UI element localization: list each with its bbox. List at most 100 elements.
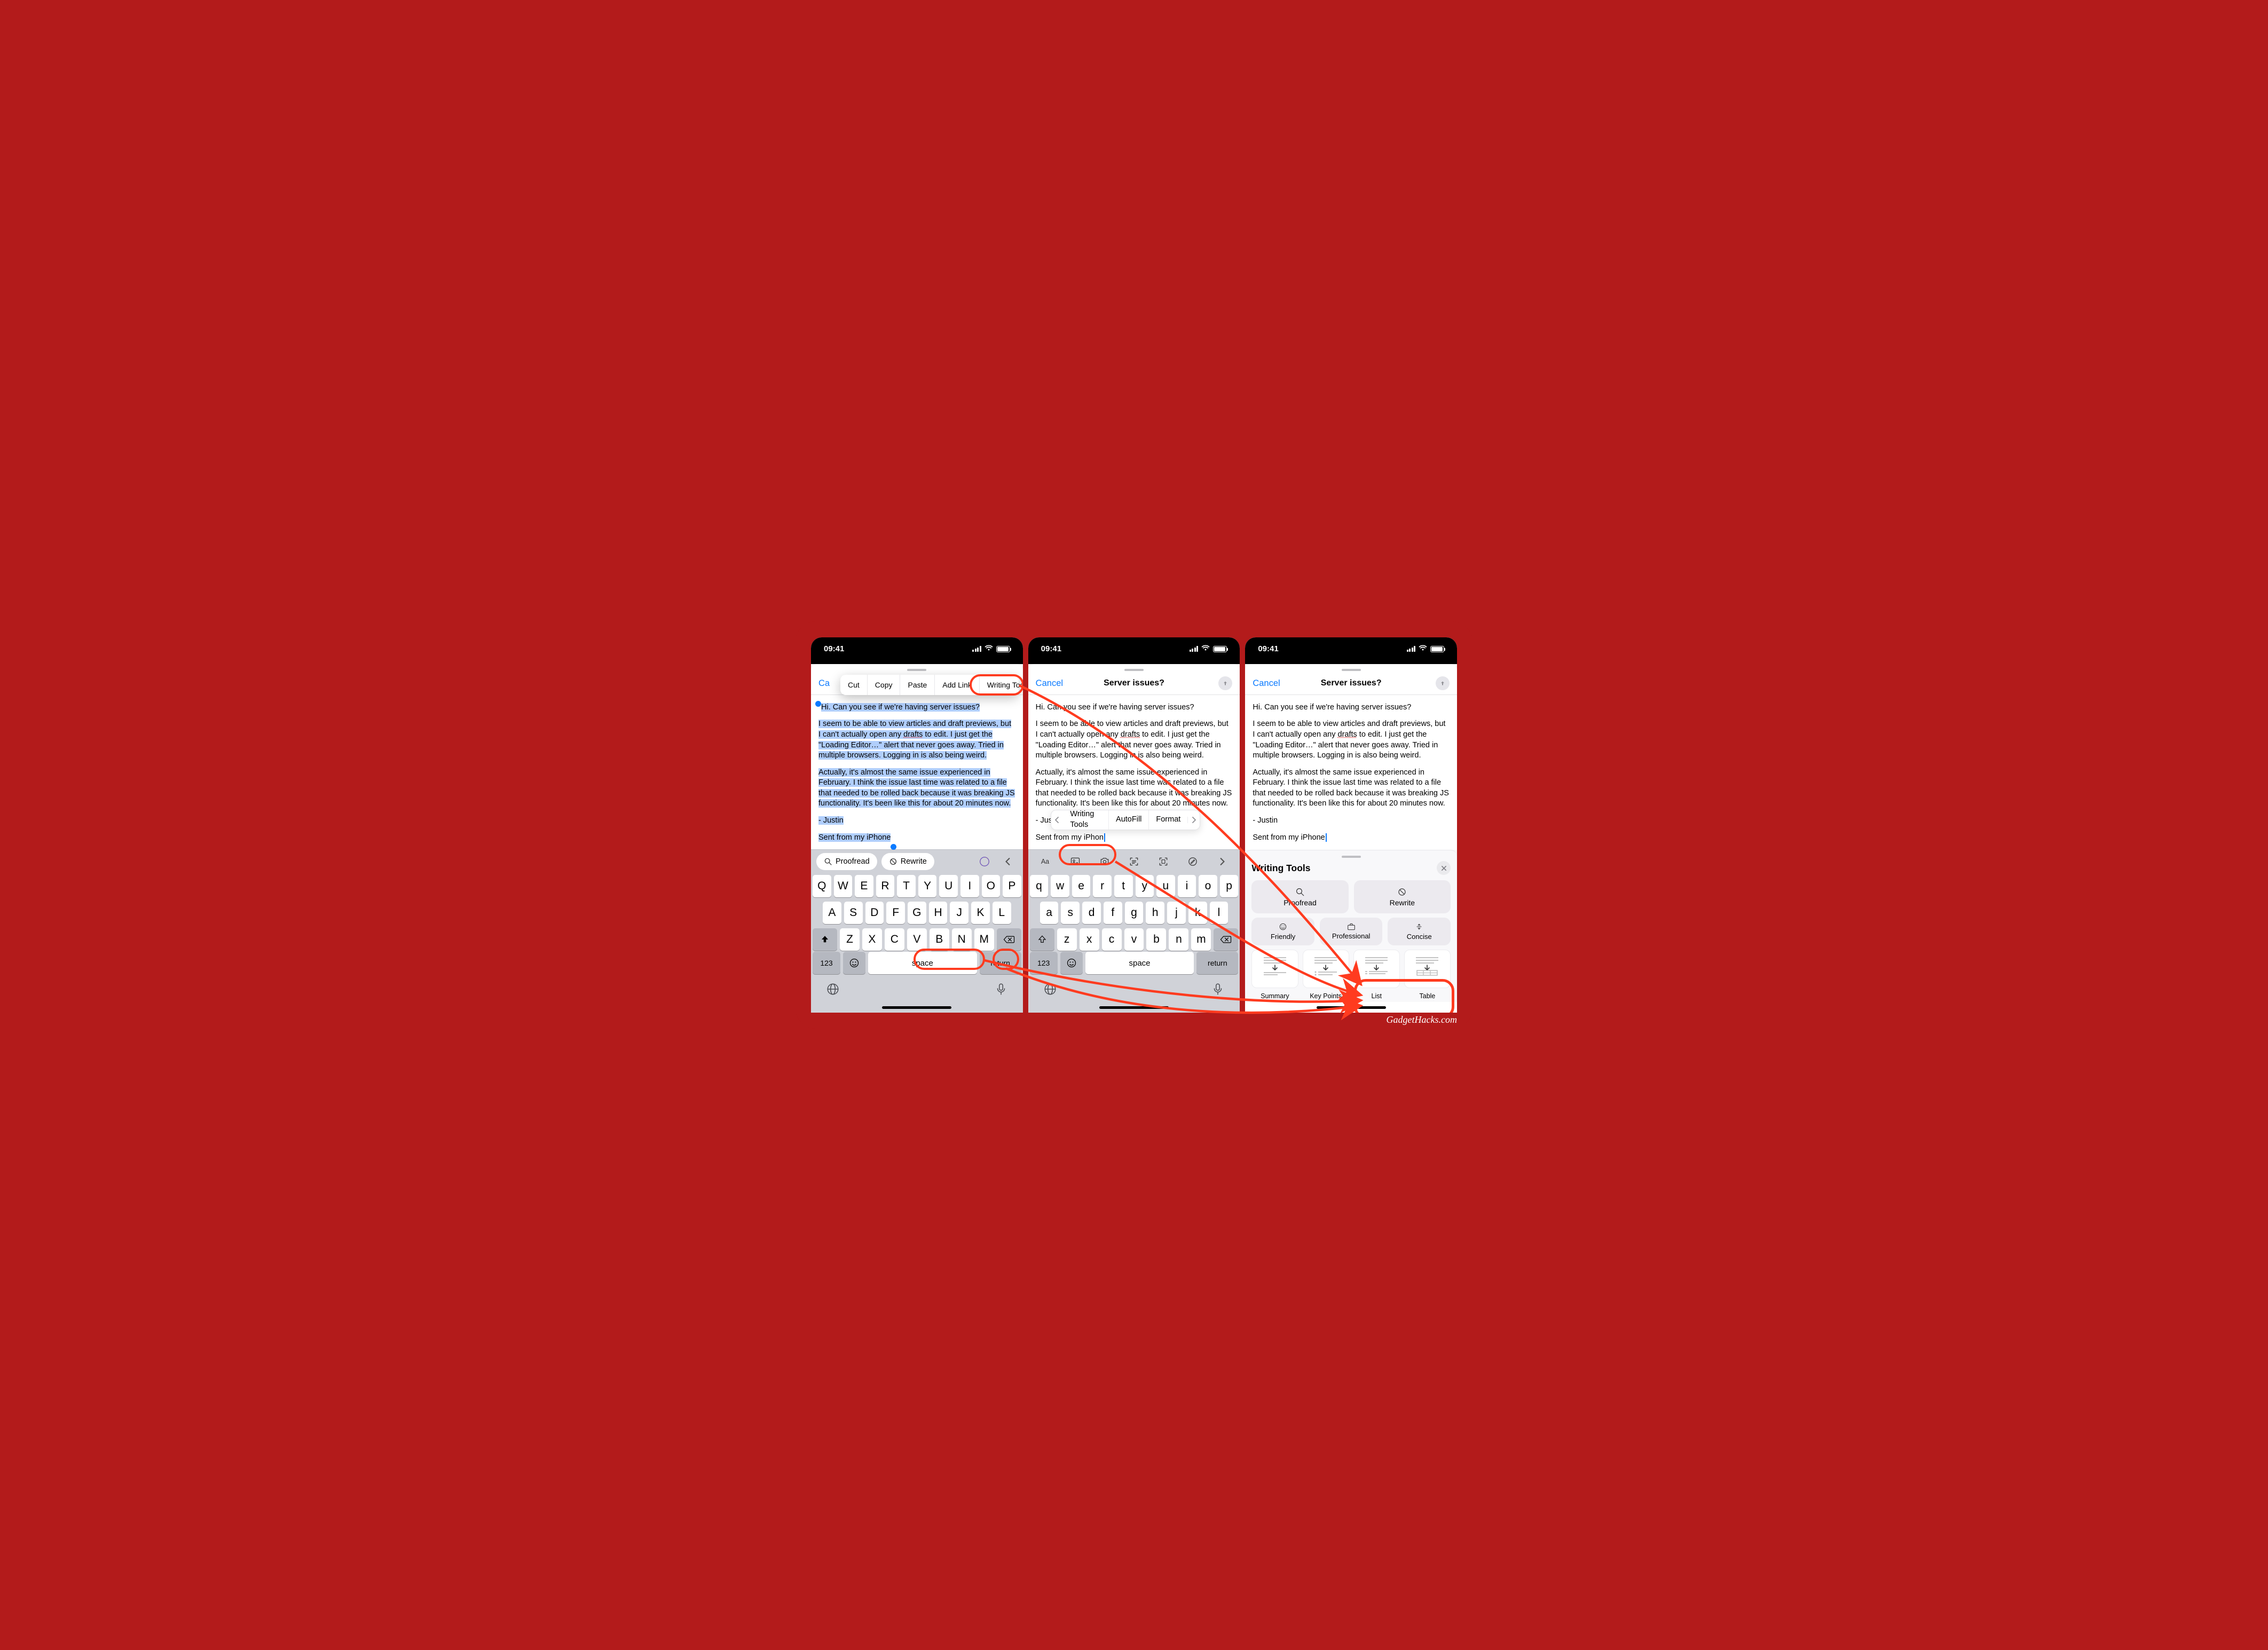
battery-icon [1430,646,1444,652]
body-paragraph-3: Actually, it's almost the same issue exp… [1253,768,1450,809]
compose-body[interactable]: Hi. Can you see if we're having server i… [1028,695,1240,849]
key-P[interactable]: P [1003,875,1021,897]
camera-icon[interactable] [1094,856,1115,867]
writing-tools-title: Writing Tools [1251,863,1310,874]
key-E[interactable]: E [855,875,873,897]
battery-icon [996,646,1010,652]
key-I[interactable]: I [960,875,979,897]
status-indicators [972,644,1010,653]
close-icon[interactable] [1437,861,1451,875]
delete-key[interactable] [1214,928,1238,951]
return-key[interactable]: return [980,952,1021,974]
wt-concise-card[interactable]: Concise [1388,918,1451,945]
wt-friendly-card[interactable]: Friendly [1251,918,1314,945]
emoji-key[interactable] [1060,952,1083,974]
key-W[interactable]: W [834,875,853,897]
markup-icon[interactable] [1182,856,1203,867]
menu-copy[interactable]: Copy [868,675,901,695]
watermark: GadgetHacks.com [1387,1014,1457,1025]
svg-text:Aa: Aa [1041,858,1049,865]
keyboard[interactable]: q w e r t y u i o p a s d f g h [1028,873,1240,952]
writing-tools-icon[interactable] [975,852,994,871]
cellular-icon [1407,646,1416,652]
space-key[interactable]: space [868,952,977,974]
compose-navbar: Cancel Server issues? [1245,676,1457,695]
photo-icon[interactable] [1065,856,1086,867]
mic-icon[interactable] [994,982,1008,996]
compose-body[interactable]: Hi. Can you see if we're having server i… [811,695,1023,849]
return-key[interactable]: return [1196,952,1238,974]
body-paragraph-1: Hi. Can you see if we're having server i… [1253,702,1450,713]
menu-cut[interactable]: Cut [840,675,868,695]
cancel-button[interactable]: Ca [818,678,830,689]
key-row-3: Z X C V B N M [813,928,1021,951]
scan-text-icon[interactable] [1123,856,1145,867]
key-R[interactable]: R [876,875,895,897]
scan-doc-icon[interactable] [1153,856,1174,867]
body-sent-from: Sent from my iPhone [818,833,891,842]
body-sent-from-partial: Sent from my iPhon [1036,833,1104,842]
body-signature: - Justin [818,816,844,825]
shift-key[interactable] [813,928,837,951]
keyboard-footer [811,976,1023,1002]
status-bar: 09:41 [811,637,1023,664]
globe-icon[interactable] [826,982,840,996]
cellular-icon [1190,646,1199,652]
space-key[interactable]: space [1085,952,1194,974]
cancel-button[interactable]: Cancel [1253,678,1280,689]
home-indicator [1245,1002,1457,1013]
key-U[interactable]: U [939,875,958,897]
proofread-button[interactable]: Proofread [816,853,877,870]
inline-writing-tools[interactable]: Writing Tools [1063,810,1108,830]
wt-proofread-card[interactable]: Proofread [1251,880,1348,913]
writing-tools-panel: Writing Tools Proofread Rewrite [1245,850,1457,1002]
wifi-icon [985,644,993,653]
phone-screenshot-3: 09:41 Cancel Server issues? Hi. Can you … [1245,637,1457,1013]
send-up-icon[interactable] [1436,676,1450,690]
wt-list-card[interactable] [1353,950,1400,988]
sheet-grabber[interactable] [1245,664,1457,676]
wt-keypoints-card[interactable] [1303,950,1349,988]
text-format-icon[interactable]: Aa [1035,856,1057,867]
text-cursor-icon [1326,833,1327,842]
body-paragraph-1: Hi. Can you see if we're having server i… [821,703,980,712]
wt-keypoints-label: Key Points [1303,992,1349,1000]
menu-paste[interactable]: Paste [900,675,935,695]
wt-professional-card[interactable]: Professional [1320,918,1383,945]
menu-writing-tools[interactable]: Writing Tools [980,675,1023,695]
keyboard-accessory-bar: Proofread Rewrite [811,849,1023,873]
key-T[interactable]: T [897,875,916,897]
body-signature: - Justin [1253,816,1450,826]
menu-add-link[interactable]: Add Link [935,675,979,695]
expand-icon[interactable] [1211,858,1233,865]
wt-table-card[interactable] [1404,950,1451,988]
rewrite-button[interactable]: Rewrite [881,853,934,870]
wt-rewrite-card[interactable]: Rewrite [1354,880,1451,913]
globe-icon[interactable] [1043,982,1057,996]
send-up-icon[interactable] [1218,676,1232,690]
emoji-key[interactable] [843,952,865,974]
numbers-key[interactable]: 123 [813,952,840,974]
shift-key[interactable] [1030,928,1054,951]
inline-next-icon[interactable] [1187,817,1200,823]
inline-format[interactable]: Format [1148,810,1187,830]
key-O[interactable]: O [982,875,1001,897]
numbers-key[interactable]: 123 [1030,952,1058,974]
inline-prev-icon[interactable] [1051,817,1064,823]
key-Q[interactable]: Q [813,875,831,897]
keyboard[interactable]: Q W E R T Y U I O P A S D F G H [811,873,1023,952]
status-time: 09:41 [1041,644,1061,653]
sheet-grabber[interactable] [811,664,1023,676]
key-Y[interactable]: Y [918,875,937,897]
inline-autofill[interactable]: AutoFill [1108,810,1148,830]
sheet-grabber[interactable] [1028,664,1240,676]
text-cursor-icon [1104,833,1105,842]
mic-icon[interactable] [1211,982,1225,996]
collapse-icon[interactable] [998,852,1018,871]
status-bar: 09:41 [1028,637,1240,664]
wt-summary-card[interactable] [1251,950,1298,988]
cancel-button[interactable]: Cancel [1036,678,1063,689]
delete-key[interactable] [997,928,1021,951]
compose-body[interactable]: Hi. Can you see if we're having server i… [1245,695,1457,849]
home-indicator [1028,1002,1240,1013]
